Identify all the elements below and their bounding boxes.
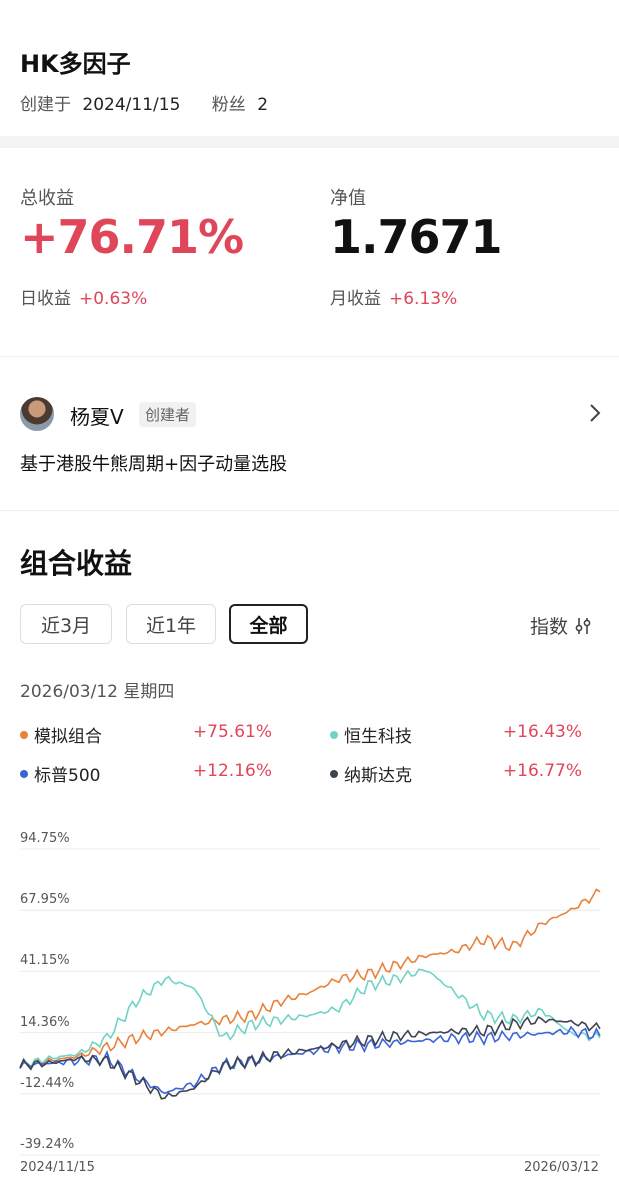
y-tick-label: -39.24%	[20, 1137, 75, 1152]
series-line-标普500	[19, 1025, 601, 1095]
y-tick-label: -12.44%	[20, 1075, 75, 1091]
x-tick-end: 2026/03/12	[524, 1160, 599, 1175]
returns-chart[interactable]	[0, 0, 619, 1200]
y-tick-label: 67.95%	[20, 892, 70, 908]
series-line-模拟组合	[19, 888, 601, 1070]
series-line-纳斯达克	[19, 1016, 601, 1100]
y-tick-label: 94.75%	[20, 831, 70, 846]
y-tick-label: 41.15%	[20, 953, 70, 969]
x-tick-start: 2024/11/15	[20, 1160, 95, 1175]
y-tick-label: 14.36%	[20, 1014, 70, 1030]
